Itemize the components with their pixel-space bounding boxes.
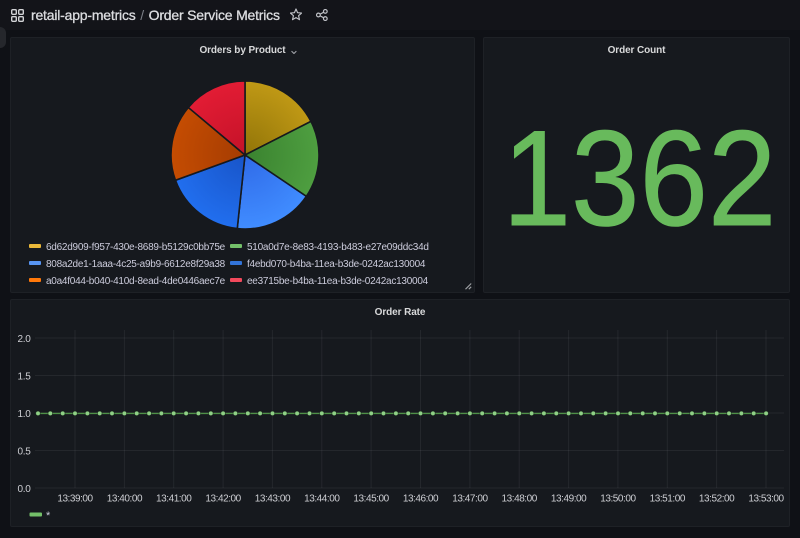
- svg-text:13:53:00: 13:53:00: [748, 494, 784, 505]
- svg-text:13:52:00: 13:52:00: [699, 494, 735, 505]
- svg-text:13:51:00: 13:51:00: [650, 494, 686, 505]
- svg-text:13:46:00: 13:46:00: [403, 494, 439, 505]
- svg-text:13:50:00: 13:50:00: [600, 494, 636, 505]
- svg-text:13:49:00: 13:49:00: [551, 494, 587, 505]
- svg-text:13:47:00: 13:47:00: [452, 494, 488, 505]
- svg-text:13:39:00: 13:39:00: [57, 494, 93, 505]
- svg-text:13:48:00: 13:48:00: [502, 494, 538, 505]
- svg-text:0.0: 0.0: [17, 484, 31, 495]
- svg-text:2.0: 2.0: [17, 334, 31, 345]
- svg-text:13:41:00: 13:41:00: [156, 494, 192, 505]
- svg-text:13:45:00: 13:45:00: [353, 494, 389, 505]
- svg-text:1.5: 1.5: [17, 372, 31, 383]
- svg-text:0.5: 0.5: [17, 447, 31, 458]
- svg-text:1.0: 1.0: [17, 409, 31, 420]
- svg-text:*: *: [46, 510, 51, 522]
- svg-text:13:40:00: 13:40:00: [107, 494, 143, 505]
- svg-text:13:44:00: 13:44:00: [304, 494, 340, 505]
- svg-text:13:42:00: 13:42:00: [205, 494, 241, 505]
- svg-text:13:43:00: 13:43:00: [255, 494, 291, 505]
